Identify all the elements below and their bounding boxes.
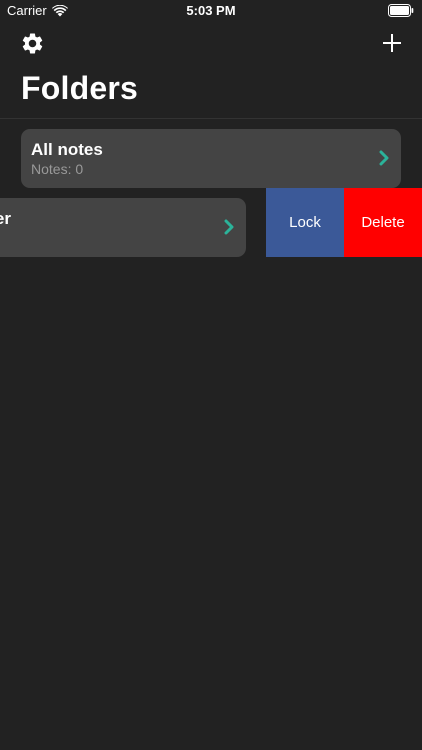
chevron-right-icon <box>379 150 389 166</box>
lock-label: Lock <box>289 214 321 231</box>
folders-screen: Carrier 5:03 PM Folders All notes Notes:… <box>0 0 422 750</box>
folder-card-all-notes[interactable]: All notes Notes: 0 <box>21 129 401 188</box>
folder-note-count: Notes: 0 <box>31 161 84 177</box>
gear-icon[interactable] <box>20 31 45 56</box>
folder-title: All notes <box>31 140 103 159</box>
folder-card-swiped[interactable]: er <box>0 198 246 257</box>
lock-folder-button[interactable]: Lock <box>266 188 344 257</box>
folder-title: er <box>0 209 11 228</box>
page-title: Folders <box>21 70 138 106</box>
nav-divider <box>0 118 422 119</box>
chevron-right-icon <box>224 219 234 235</box>
status-bar: Carrier 5:03 PM <box>0 0 422 22</box>
delete-folder-button[interactable]: Delete <box>344 188 422 257</box>
battery-icon <box>388 4 414 17</box>
plus-icon[interactable] <box>381 32 403 54</box>
delete-label: Delete <box>361 214 405 231</box>
status-time: 5:03 PM <box>186 3 236 18</box>
